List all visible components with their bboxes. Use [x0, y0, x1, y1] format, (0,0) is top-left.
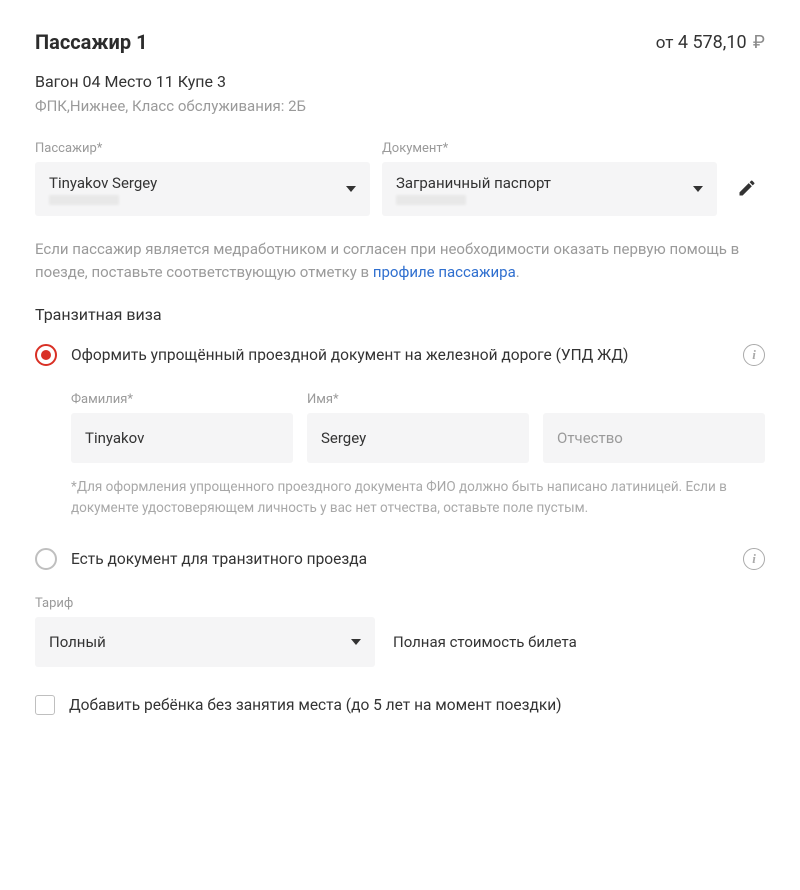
medworker-helper: Если пассажир является медработником и с…: [35, 238, 765, 283]
passenger-field-label: Пассажир*: [35, 141, 370, 156]
passenger-dropdown[interactable]: Tinyakov Sergey: [35, 162, 370, 216]
add-child-label: Добавить ребёнка без занятия места (до 5…: [69, 696, 562, 714]
helper-text-after: .: [516, 263, 520, 281]
price: от 4 578,10 ₽: [656, 32, 765, 53]
price-currency: ₽: [753, 32, 765, 53]
price-amount: 4 578,10: [678, 32, 747, 53]
name-input[interactable]: [307, 413, 529, 463]
tariff-dropdown-value: Полный: [49, 633, 106, 651]
latin-note: *Для оформления упрощенного проездного д…: [71, 477, 765, 518]
info-icon[interactable]: i: [743, 344, 765, 366]
transit-option1-label: Оформить упрощённый проездной документ н…: [71, 344, 729, 366]
add-child-checkbox[interactable]: [35, 695, 55, 715]
document-field-label: Документ*: [382, 141, 717, 156]
transit-option2-radio[interactable]: [35, 548, 57, 570]
surname-input[interactable]: [71, 413, 293, 463]
document-dropdown-subtext: [396, 195, 466, 205]
passenger-title: Пассажир 1: [35, 30, 148, 54]
chevron-down-icon: [693, 186, 703, 192]
info-icon[interactable]: i: [743, 548, 765, 570]
seat-info: Вагон 04 Место 11 Купе 3: [35, 72, 765, 91]
passenger-dropdown-subtext: [49, 195, 119, 205]
transit-option2-label: Есть документ для транзитного проезда: [71, 548, 729, 570]
price-from: от: [656, 33, 674, 53]
document-dropdown[interactable]: Заграничный паспорт: [382, 162, 717, 216]
tariff-dropdown[interactable]: Полный: [35, 617, 375, 667]
radio-dot-icon: [41, 350, 51, 360]
passenger-dropdown-value: Tinyakov Sergey: [49, 174, 157, 192]
tariff-label: Тариф: [35, 596, 375, 611]
surname-label: Фамилия*: [71, 392, 293, 407]
transit-visa-title: Транзитная виза: [35, 305, 765, 324]
document-dropdown-value: Заграничный паспорт: [396, 174, 551, 192]
pencil-icon: [737, 178, 757, 198]
passenger-profile-link[interactable]: профиле пассажира: [373, 263, 516, 281]
patronymic-label: [543, 392, 765, 407]
transit-option1-radio[interactable]: [35, 344, 57, 366]
name-label: Имя*: [307, 392, 529, 407]
edit-button[interactable]: [729, 170, 765, 206]
class-info: ФПК,Нижнее, Класс обслуживания: 2Б: [35, 97, 765, 115]
patronymic-input[interactable]: [543, 413, 765, 463]
chevron-down-icon: [351, 639, 361, 645]
chevron-down-icon: [346, 186, 356, 192]
tariff-description: Полная стоимость билета: [393, 633, 577, 667]
